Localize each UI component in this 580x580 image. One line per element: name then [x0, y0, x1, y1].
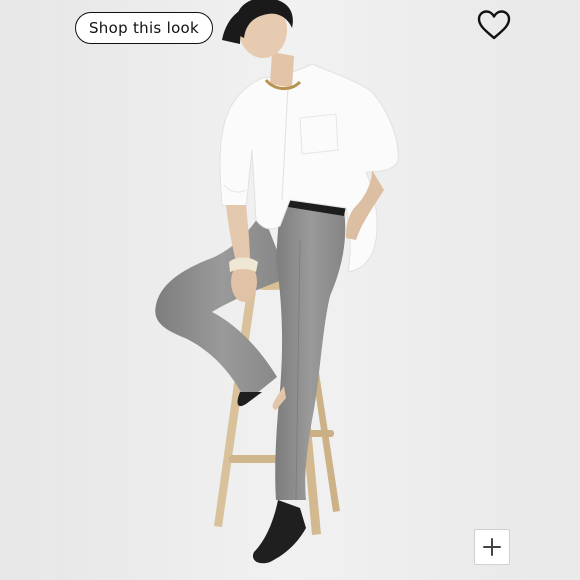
plus-icon: [483, 538, 501, 556]
product-photo: [0, 0, 580, 580]
shop-this-look-button[interactable]: Shop this look: [75, 12, 213, 44]
product-image-viewer: Shop this look: [0, 0, 580, 580]
heart-outline-icon: [477, 10, 511, 40]
favorite-button[interactable]: [474, 7, 514, 43]
zoom-button[interactable]: [474, 529, 510, 565]
